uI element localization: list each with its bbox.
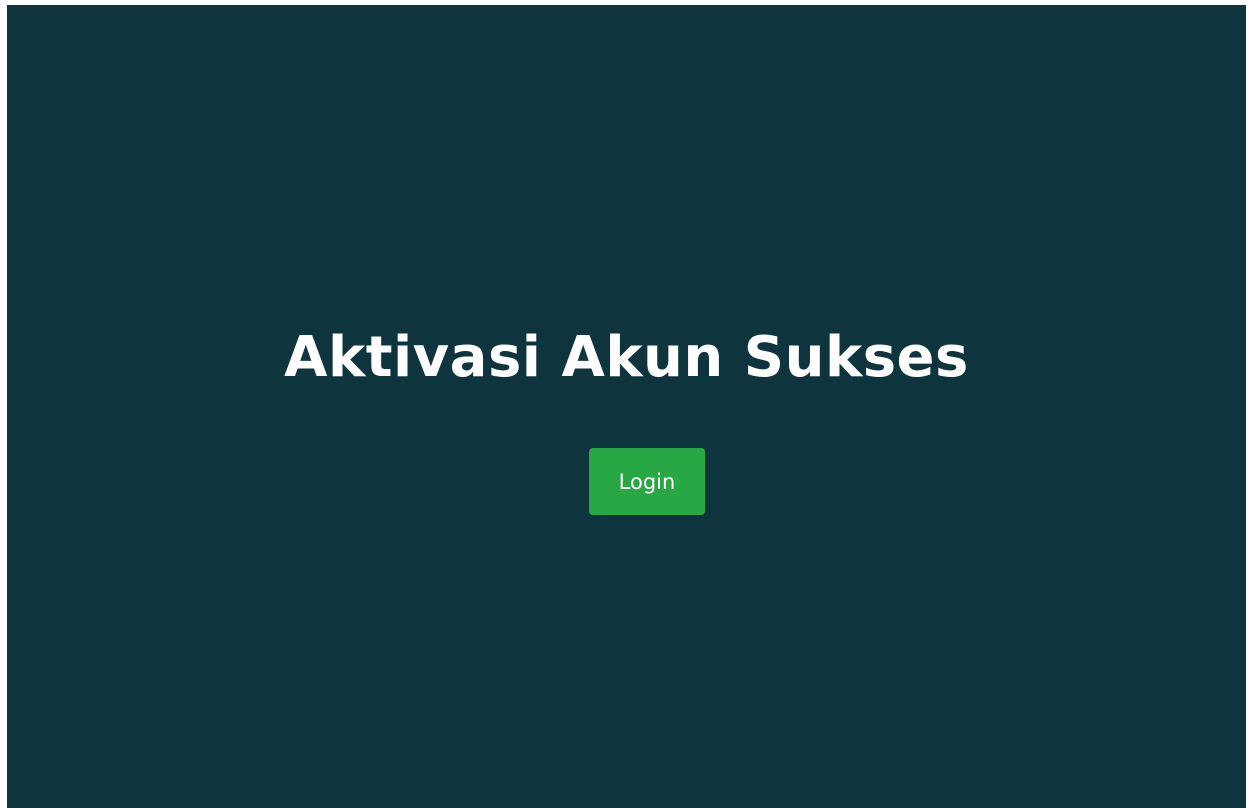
login-button[interactable]: Login: [589, 448, 705, 515]
page-title: Aktivasi Akun Sukses: [284, 325, 969, 390]
page-background: Aktivasi Akun Sukses Login: [7, 5, 1246, 808]
